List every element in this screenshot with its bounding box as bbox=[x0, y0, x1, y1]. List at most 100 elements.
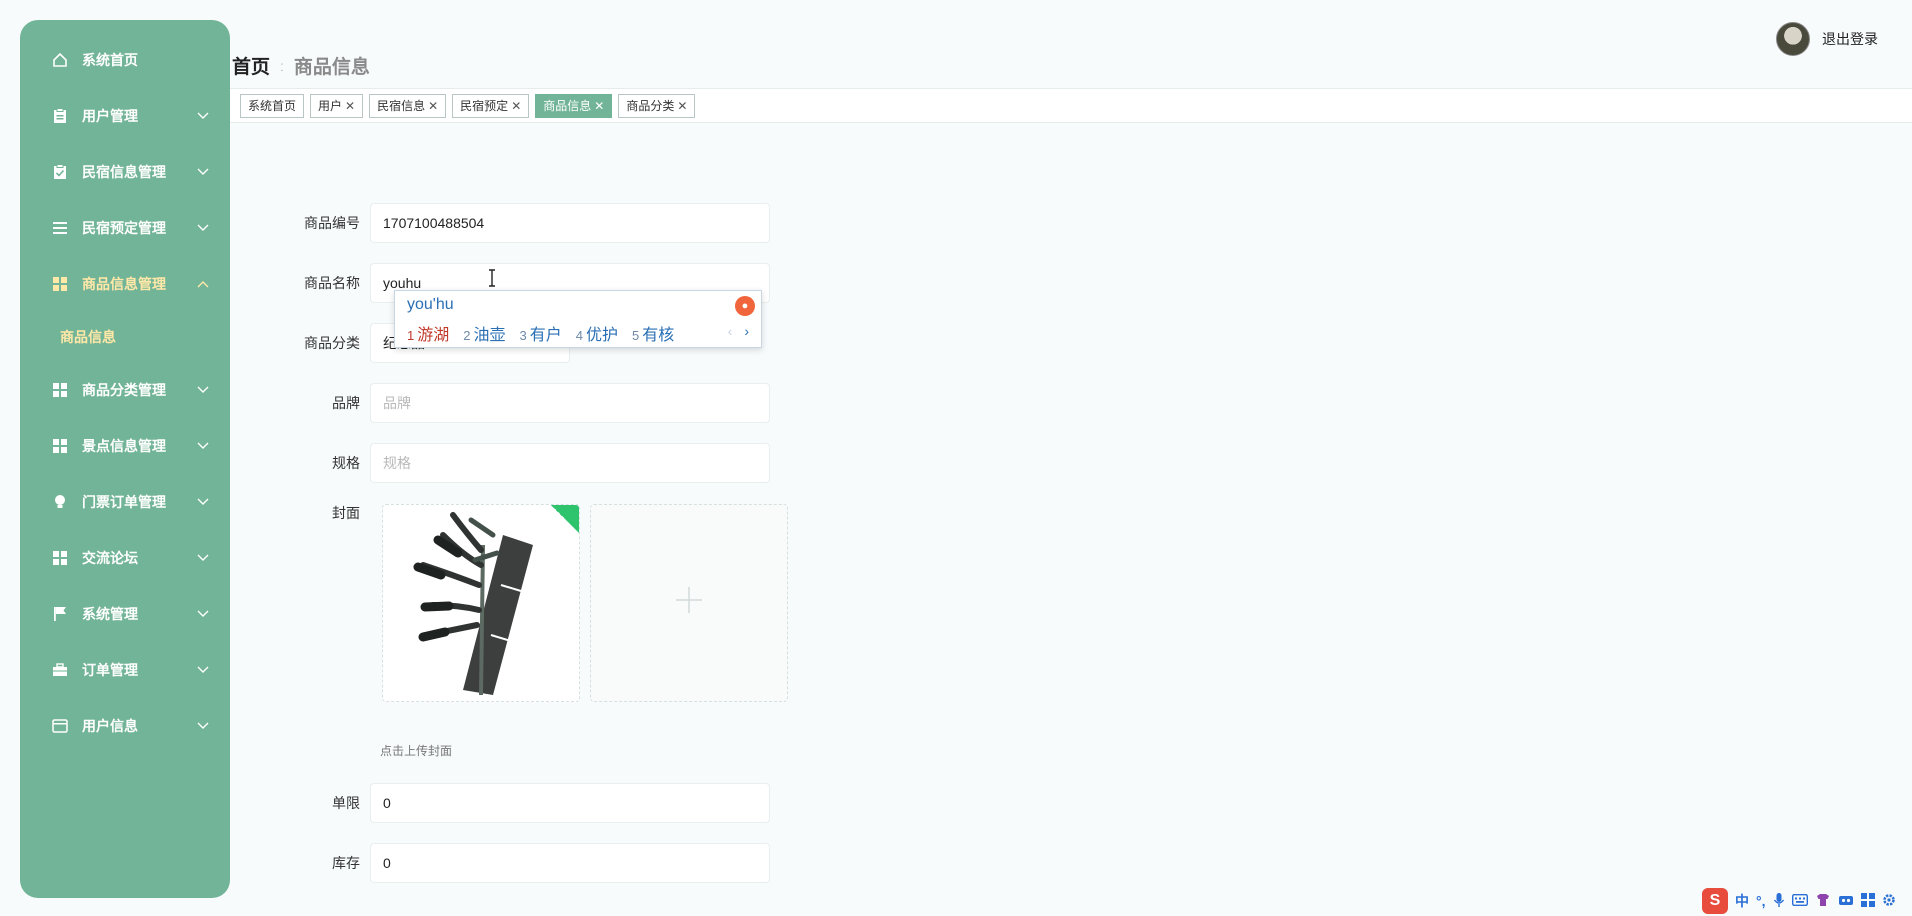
category-label: 商品分类 bbox=[304, 335, 360, 351]
grid-icon bbox=[52, 276, 68, 292]
apps-grid-icon[interactable] bbox=[1860, 892, 1875, 910]
punctuation-toggle[interactable]: °, bbox=[1756, 893, 1766, 909]
sidebar-item-home[interactable]: 系统首页 bbox=[20, 32, 230, 88]
settings-icon[interactable] bbox=[1882, 893, 1896, 910]
card-icon bbox=[52, 718, 68, 734]
limit-input[interactable]: 0 bbox=[370, 783, 770, 823]
sidebar: 系统首页 用户管理 民宿信息管理 民宿预定管理 商品信息管理 商品信息 商品分类… bbox=[20, 20, 230, 898]
name-label: 商品名称 bbox=[304, 275, 360, 291]
upload-success-badge bbox=[551, 505, 579, 533]
keyboard-icon[interactable] bbox=[1791, 893, 1808, 909]
add-cover-button[interactable] bbox=[590, 504, 788, 702]
close-icon[interactable]: ✕ bbox=[511, 99, 521, 113]
tab-users[interactable]: 用户 ✕ bbox=[310, 93, 364, 118]
sidebar-item-scenic-info[interactable]: 景点信息管理 bbox=[20, 418, 230, 474]
tab-bar: 系统首页 用户 ✕ 民宿信息 ✕ 民宿预定 ✕ 商品信息 ✕ 商品分类 ✕ bbox=[230, 88, 1912, 123]
ime-candidate[interactable]: 5 有核 bbox=[632, 321, 674, 345]
tab-goods-info[interactable]: 商品信息 ✕ bbox=[535, 93, 613, 118]
chevron-left-icon[interactable]: ‹ bbox=[728, 323, 733, 339]
form-row-spec: 规格 规格 bbox=[290, 443, 770, 483]
close-icon[interactable]: ✕ bbox=[677, 99, 687, 113]
sidebar-item-label: 商品信息管理 bbox=[82, 276, 166, 292]
sogou-logo-icon[interactable]: S bbox=[1702, 888, 1728, 914]
ime-language-toggle[interactable]: 中 bbox=[1735, 891, 1749, 911]
stock-label: 库存 bbox=[332, 855, 360, 871]
user-area: 退出登录 bbox=[1776, 22, 1878, 56]
sidebar-item-label: 民宿信息管理 bbox=[82, 164, 166, 180]
grid-icon bbox=[52, 438, 68, 454]
code-input[interactable]: 1707100488504 bbox=[370, 203, 770, 243]
sidebar-item-label: 系统首页 bbox=[82, 52, 138, 68]
breadcrumb-current: 商品信息 bbox=[293, 57, 370, 78]
ime-candidates: 1 游湖 2 油壶 3 有户 4 优护 5 有核 bbox=[407, 321, 674, 345]
sidebar-item-orders[interactable]: 订单管理 bbox=[20, 642, 230, 698]
brand-label: 品牌 bbox=[332, 395, 360, 411]
form-row-limit: 单限 0 bbox=[290, 783, 770, 823]
chevron-down-icon bbox=[196, 383, 210, 397]
chevron-right-icon[interactable]: › bbox=[744, 323, 749, 339]
tab-label: 商品信息 bbox=[543, 99, 592, 113]
briefcase-icon bbox=[52, 662, 68, 678]
spec-input[interactable]: 规格 bbox=[370, 443, 770, 483]
close-icon[interactable]: ✕ bbox=[594, 99, 604, 113]
chevron-down-icon bbox=[196, 439, 210, 453]
sidebar-item-label: 景点信息管理 bbox=[82, 438, 166, 454]
tab-goods-category[interactable]: 商品分类 ✕ bbox=[618, 93, 696, 118]
sidebar-item-users[interactable]: 用户管理 bbox=[20, 88, 230, 144]
chevron-down-icon bbox=[196, 165, 210, 179]
ime-candidate[interactable]: 2 油壶 bbox=[463, 321, 505, 345]
sidebar-item-ticket-orders[interactable]: 门票订单管理 bbox=[20, 474, 230, 530]
ime-logo-icon: ● bbox=[735, 296, 755, 316]
form-row-cover: 封面 bbox=[290, 503, 370, 523]
grid-icon bbox=[52, 382, 68, 398]
home-icon bbox=[52, 52, 68, 68]
sidebar-item-goods-info[interactable]: 商品信息管理 bbox=[20, 256, 230, 312]
sidebar-item-system[interactable]: 系统管理 bbox=[20, 586, 230, 642]
list-icon bbox=[52, 220, 68, 236]
chevron-down-icon bbox=[196, 607, 210, 621]
breadcrumb-home[interactable]: 首页 bbox=[232, 52, 270, 79]
spec-label: 规格 bbox=[332, 455, 360, 471]
sidebar-item-homestay-info[interactable]: 民宿信息管理 bbox=[20, 144, 230, 200]
stock-input[interactable]: 0 bbox=[370, 843, 770, 883]
ime-composition: you'hu bbox=[407, 296, 454, 313]
form-row-brand: 品牌 品牌 bbox=[290, 383, 770, 423]
chevron-down-icon bbox=[196, 495, 210, 509]
logout-button[interactable]: 退出登录 bbox=[1822, 29, 1878, 49]
chevron-down-icon bbox=[196, 221, 210, 235]
tab-home[interactable]: 系统首页 bbox=[240, 93, 305, 118]
tab-homestay-booking[interactable]: 民宿预定 ✕ bbox=[452, 93, 530, 118]
ime-candidate[interactable]: 4 优护 bbox=[576, 321, 618, 345]
code-label: 商品编号 bbox=[304, 215, 360, 231]
brand-input[interactable]: 品牌 bbox=[370, 383, 770, 423]
chevron-down-icon bbox=[196, 663, 210, 677]
sidebar-item-goods-category[interactable]: 商品分类管理 bbox=[20, 362, 230, 418]
submenu-item-goods-info[interactable]: 商品信息 bbox=[20, 312, 230, 362]
tab-label: 民宿预定 bbox=[460, 99, 509, 113]
close-icon[interactable]: ✕ bbox=[428, 99, 438, 113]
bulb-icon bbox=[52, 494, 68, 510]
sidebar-item-forum[interactable]: 交流论坛 bbox=[20, 530, 230, 586]
plus-icon bbox=[674, 582, 704, 624]
ime-tray: S 中 °, bbox=[1692, 886, 1912, 916]
tab-homestay-info[interactable]: 民宿信息 ✕ bbox=[369, 93, 447, 118]
submenu-item-label: 商品信息 bbox=[60, 329, 116, 345]
breadcrumb: 首页 ː 商品信息 bbox=[232, 52, 370, 79]
toolbox-icon[interactable] bbox=[1838, 893, 1854, 910]
sidebar-item-homestay-booking[interactable]: 民宿预定管理 bbox=[20, 200, 230, 256]
close-icon[interactable]: ✕ bbox=[345, 99, 355, 113]
microphone-icon[interactable] bbox=[1773, 892, 1785, 911]
ime-candidate[interactable]: 3 有户 bbox=[520, 321, 562, 345]
ime-candidate-popup: you'hu ● 1 游湖 2 油壶 3 有户 4 优护 5 有核 ‹ › bbox=[394, 290, 762, 348]
tab-label: 系统首页 bbox=[248, 99, 297, 113]
cover-image[interactable] bbox=[382, 504, 580, 702]
ime-candidate[interactable]: 1 游湖 bbox=[407, 321, 449, 345]
sidebar-item-user-info[interactable]: 用户信息 bbox=[20, 698, 230, 754]
avatar[interactable] bbox=[1776, 22, 1810, 56]
skin-icon[interactable] bbox=[1815, 893, 1831, 910]
sidebar-item-label: 订单管理 bbox=[82, 662, 138, 678]
tab-label: 民宿信息 bbox=[377, 99, 426, 113]
topbar: 首页 ː 商品信息 退出登录 bbox=[230, 0, 1912, 88]
tab-label: 商品分类 bbox=[626, 99, 675, 113]
flag-icon bbox=[52, 606, 68, 622]
